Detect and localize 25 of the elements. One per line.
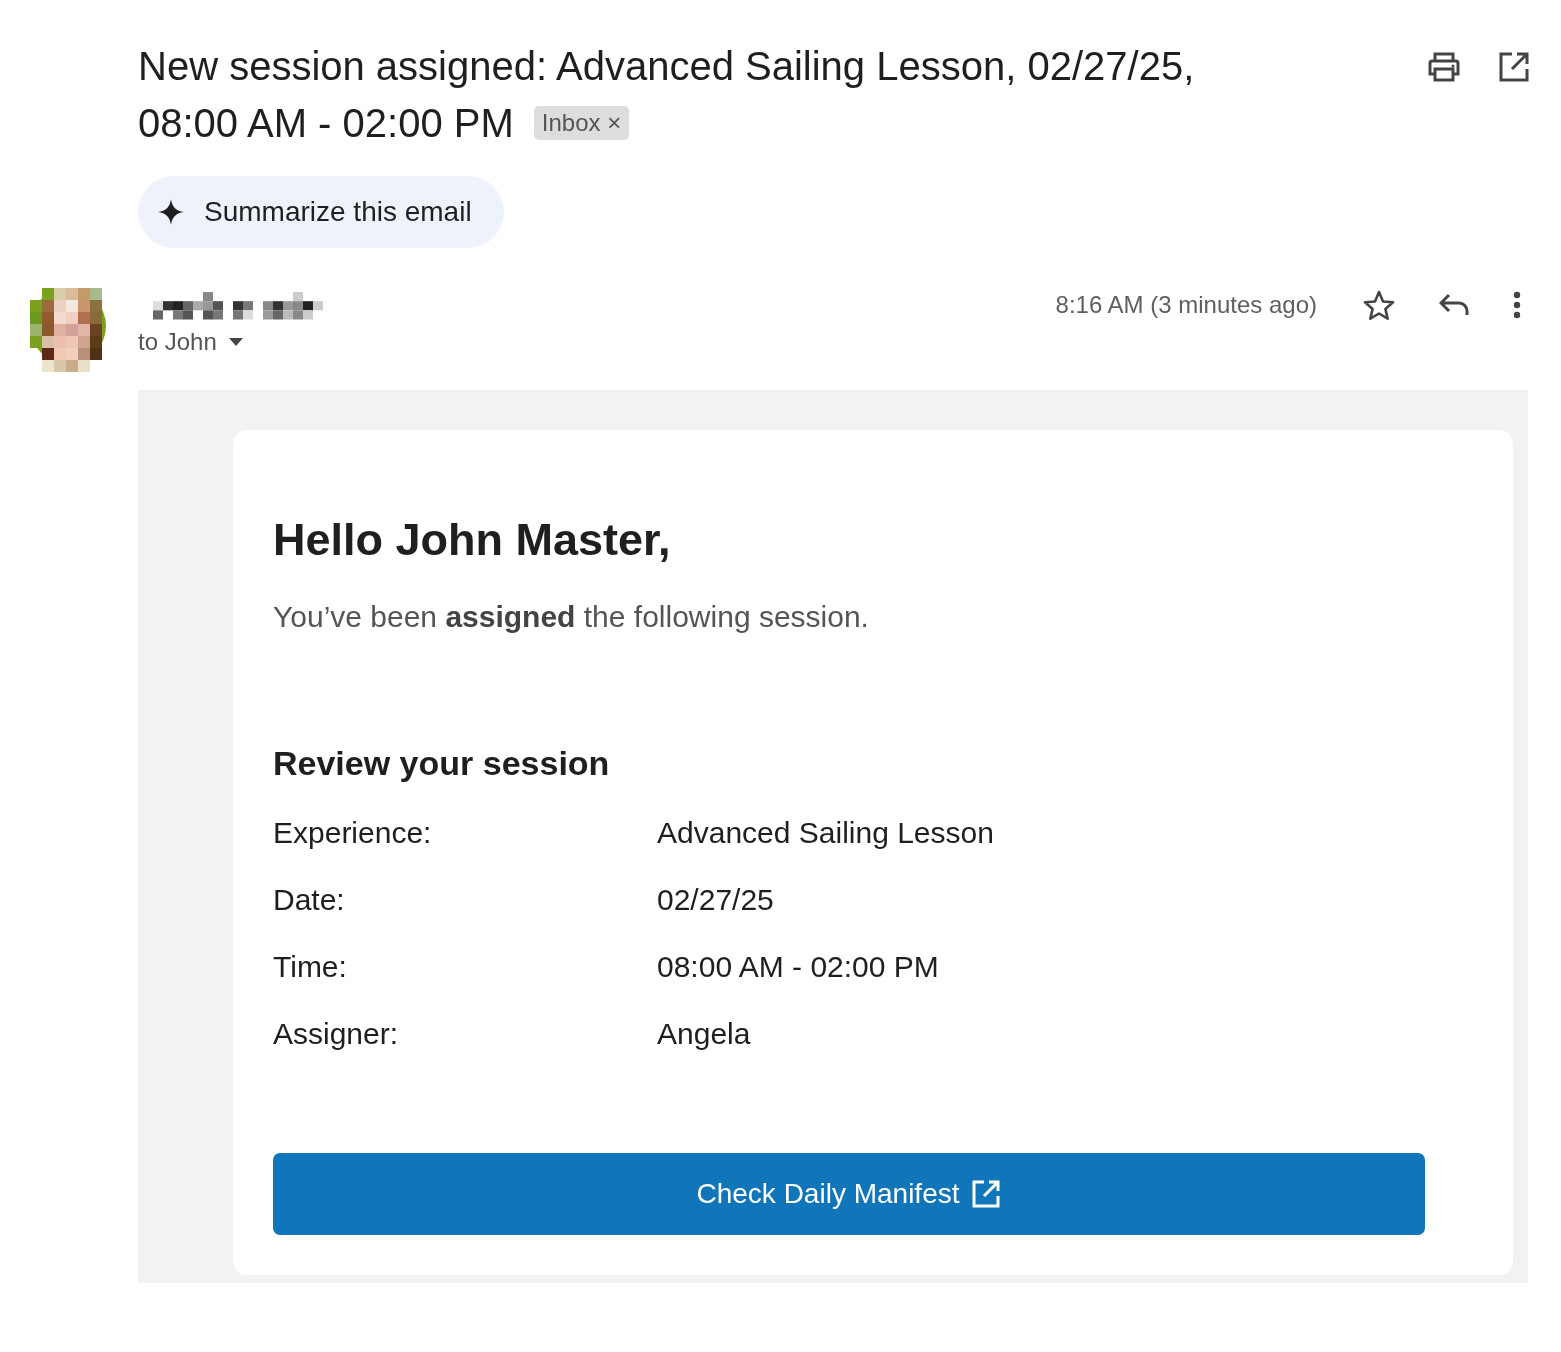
detail-value: Advanced Sailing Lesson — [657, 815, 994, 851]
detail-value: 02/27/25 — [657, 882, 774, 918]
section-title: Review your session — [273, 744, 611, 783]
reply-icon[interactable] — [1439, 293, 1469, 317]
summarize-button[interactable]: Summarize this email — [138, 176, 504, 248]
label-chip[interactable]: Inbox × — [533, 106, 630, 140]
detail-value: 08:00 AM - 02:00 PM — [657, 949, 939, 985]
star-icon[interactable] — [1363, 290, 1395, 320]
detail-value: Angela — [657, 1016, 751, 1052]
more-icon[interactable] — [1513, 291, 1521, 319]
open-in-new-window-icon[interactable] — [1499, 52, 1529, 82]
recipient-dropdown[interactable]: to John — [138, 328, 338, 356]
detail-label: Date: — [273, 882, 346, 918]
check-manifest-button[interactable]: Check Daily Manifest — [273, 1153, 1425, 1235]
detail-label: Experience: — [273, 815, 433, 851]
detail-label: Time: — [273, 949, 348, 985]
detail-label: Assigner: — [273, 1016, 400, 1052]
print-icon[interactable] — [1427, 52, 1461, 82]
external-link-icon — [971, 1179, 1002, 1209]
caret-icon — [228, 338, 243, 346]
sparkle-icon — [158, 199, 184, 225]
greeting: Hello John Master, — [273, 513, 672, 567]
timestamp: 8:16 AM (3 minutes ago) — [1055, 291, 1317, 319]
email-subject: New session assigned: Advanced Sailing Lesson, 02/27/25, 08:00 AM - 02:00 PM Inbox × — [138, 43, 1196, 147]
intro-text: You’ve been assigned the following session. — [273, 600, 870, 634]
